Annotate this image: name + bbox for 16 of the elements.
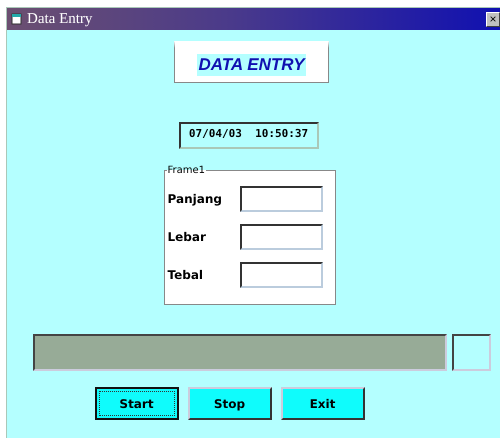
date-time-display: 07/04/03 10:50:37 <box>178 122 318 149</box>
command-button[interactable]: Stop <box>188 387 272 420</box>
input-field[interactable] <box>240 262 322 288</box>
window-title: Data Entry <box>27 10 94 28</box>
field-label: Lebar <box>168 230 206 244</box>
window-icon <box>11 13 23 25</box>
command-button[interactable]: Start <box>94 387 178 420</box>
frame-caption: Frame1 <box>166 165 206 176</box>
indicator-box <box>452 334 491 371</box>
command-button[interactable]: Exit <box>280 387 364 420</box>
field-label: Tebal <box>168 268 204 282</box>
input-field[interactable] <box>240 224 322 250</box>
field-label: Panjang <box>168 192 222 206</box>
heading: DATA ENTRY <box>197 54 306 76</box>
close-button[interactable]: × <box>486 12 500 26</box>
input-field[interactable] <box>240 186 322 212</box>
